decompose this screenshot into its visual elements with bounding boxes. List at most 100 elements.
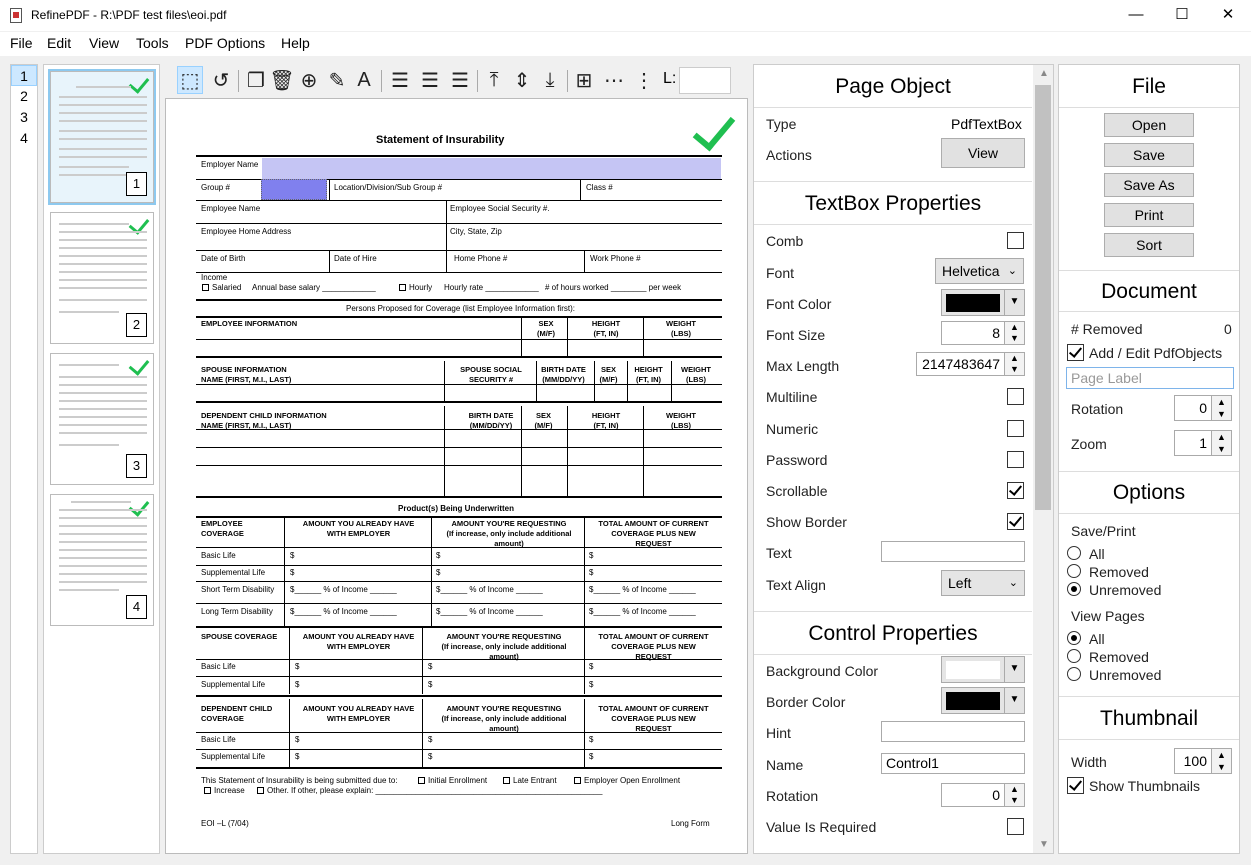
distribute-h-icon[interactable]: ⋯ (601, 66, 627, 94)
type-value: PdfTextBox (951, 116, 1022, 132)
multiline-checkbox[interactable] (1007, 388, 1024, 405)
removed-label: # Removed (1071, 321, 1143, 337)
copy-icon[interactable]: ❐ (243, 66, 269, 94)
check-icon (128, 354, 150, 376)
field-label: Work Phone # (590, 254, 641, 263)
document-view[interactable]: Statement of Insurability Employer Name … (165, 98, 748, 854)
value-required-checkbox[interactable] (1007, 818, 1024, 835)
page-number-item[interactable]: 3 (11, 107, 37, 128)
border-color-picker[interactable]: ▼ (941, 687, 1025, 714)
thumbnail-number: 2 (126, 313, 147, 337)
page-number-item[interactable]: 2 (11, 86, 37, 107)
delete-icon[interactable]: 🗑 (269, 66, 295, 94)
max-length-stepper[interactable]: 2147483647 ▲ ▼ (916, 352, 1025, 376)
hourly-option[interactable]: Hourly (399, 283, 432, 292)
salaried-option[interactable]: Salaried (202, 283, 241, 292)
menu-file[interactable]: File (10, 35, 33, 51)
align-top-icon[interactable]: ⤒ (481, 66, 507, 94)
hint-label: Hint (766, 725, 791, 741)
window-title: RefinePDF - R:\PDF test files\eoi.pdf (31, 8, 227, 22)
add-edit-checkbox[interactable] (1067, 344, 1084, 361)
select-icon[interactable]: ⬚ (177, 66, 203, 94)
align-middle-icon[interactable]: ⇕ (509, 66, 535, 94)
text-icon[interactable]: A (351, 66, 377, 94)
text-input[interactable] (881, 541, 1025, 562)
font-dropdown[interactable]: Helvetica ⌄ (935, 258, 1024, 284)
doc-rotation-stepper[interactable]: 0 ▲ ▼ (1174, 395, 1232, 421)
cell: $ (428, 662, 433, 671)
show-border-checkbox[interactable] (1007, 513, 1024, 530)
zoom-stepper[interactable]: 1 ▲ ▼ (1174, 430, 1232, 456)
distribute-v-icon[interactable]: ⋮ (631, 66, 657, 94)
late-entrant-option[interactable]: Late Entrant (503, 776, 557, 785)
show-thumbnails-checkbox[interactable] (1067, 777, 1084, 794)
properties-scrollbar[interactable]: ▲ ▼ (1033, 65, 1053, 853)
save-print-removed-radio[interactable] (1067, 564, 1081, 578)
scroll-up-icon[interactable]: ▲ (1039, 68, 1049, 79)
grid-icon[interactable]: ⊞ (571, 66, 597, 94)
page-number-item[interactable]: 4 (11, 128, 37, 149)
menu-view[interactable]: View (89, 35, 119, 51)
save-print-all-radio[interactable] (1067, 546, 1081, 560)
save-as-button[interactable]: Save As (1104, 173, 1194, 197)
save-print-unremoved-radio[interactable] (1067, 582, 1081, 596)
save-button[interactable]: Save (1104, 143, 1194, 167)
name-input[interactable]: Control1 (881, 753, 1025, 774)
cell: $______ % of Income ______ (589, 585, 696, 594)
layer-stepper[interactable] (679, 67, 731, 94)
other-option[interactable]: Other. If other, please explain: _______… (257, 786, 602, 795)
view-pages-removed-radio[interactable] (1067, 649, 1081, 663)
view-pages-all-radio[interactable] (1067, 631, 1081, 645)
menu-edit[interactable]: Edit (47, 35, 71, 51)
target-icon[interactable]: ⊕ (296, 66, 322, 94)
thumbnail-width-stepper[interactable]: 100 ▲ ▼ (1174, 748, 1232, 774)
page-label-input[interactable]: Page Label (1066, 367, 1234, 389)
employer-name-field[interactable] (262, 158, 721, 179)
page-thumbnail[interactable]: 4 (50, 494, 154, 626)
radio-label: Unremoved (1089, 667, 1162, 683)
page-number-item[interactable]: 1 (11, 65, 37, 86)
rotation-stepper[interactable]: 0 ▲ ▼ (941, 783, 1025, 807)
row-label: Supplemental Life (201, 568, 266, 577)
page-thumbnail[interactable]: 1 (48, 69, 156, 205)
row-label: Supplemental Life (201, 680, 266, 689)
scroll-thumb[interactable] (1035, 85, 1051, 510)
minimize-button[interactable]: — (1113, 0, 1159, 31)
increase-option[interactable]: Increase (204, 786, 245, 795)
comb-checkbox[interactable] (1007, 232, 1024, 249)
text-align-dropdown[interactable]: Left ⌄ (941, 570, 1025, 596)
align-right-icon[interactable]: ☰ (447, 66, 473, 94)
align-bottom-icon[interactable]: ⤓ (537, 66, 563, 94)
numeric-checkbox[interactable] (1007, 420, 1024, 437)
scroll-down-icon[interactable]: ▼ (1039, 839, 1049, 850)
background-color-picker[interactable]: ▼ (941, 656, 1025, 683)
group-field-selected[interactable] (261, 179, 327, 200)
menu-pdf-options[interactable]: PDF Options (185, 35, 265, 51)
background-color-label: Background Color (766, 663, 879, 679)
scrollable-checkbox[interactable] (1007, 482, 1024, 499)
rotate-icon[interactable]: ↺ (208, 66, 234, 94)
close-button[interactable]: ✕ (1205, 0, 1251, 31)
pencil-icon[interactable]: ✎ (324, 66, 350, 94)
password-checkbox[interactable] (1007, 451, 1024, 468)
hint-input[interactable] (881, 721, 1025, 742)
page-thumbnail[interactable]: 3 (50, 353, 154, 485)
menu-help[interactable]: Help (281, 35, 310, 51)
page-thumbnail[interactable]: 2 (50, 212, 154, 344)
view-button[interactable]: View (941, 138, 1025, 168)
initial-enrollment-option[interactable]: Initial Enrollment (418, 776, 487, 785)
view-pages-unremoved-radio[interactable] (1067, 667, 1081, 681)
align-left-icon[interactable]: ☰ (387, 66, 413, 94)
font-color-picker[interactable]: ▼ (941, 289, 1025, 316)
show-thumbnails-label: Show Thumbnails (1089, 778, 1201, 794)
thumbnail-panel: 1 2 3 4 (43, 64, 160, 854)
open-button[interactable]: Open (1104, 113, 1194, 137)
font-size-stepper[interactable]: 8 ▲ ▼ (941, 321, 1025, 345)
sort-button[interactable]: Sort (1104, 233, 1194, 257)
print-button[interactable]: Print (1104, 203, 1194, 227)
employer-open-option[interactable]: Employer Open Enrollment (574, 776, 680, 785)
align-center-icon[interactable]: ☰ (417, 66, 443, 94)
menu-tools[interactable]: Tools (136, 35, 169, 51)
maximize-button[interactable]: ☐ (1159, 0, 1205, 31)
value-required-label: Value Is Required (766, 819, 877, 835)
